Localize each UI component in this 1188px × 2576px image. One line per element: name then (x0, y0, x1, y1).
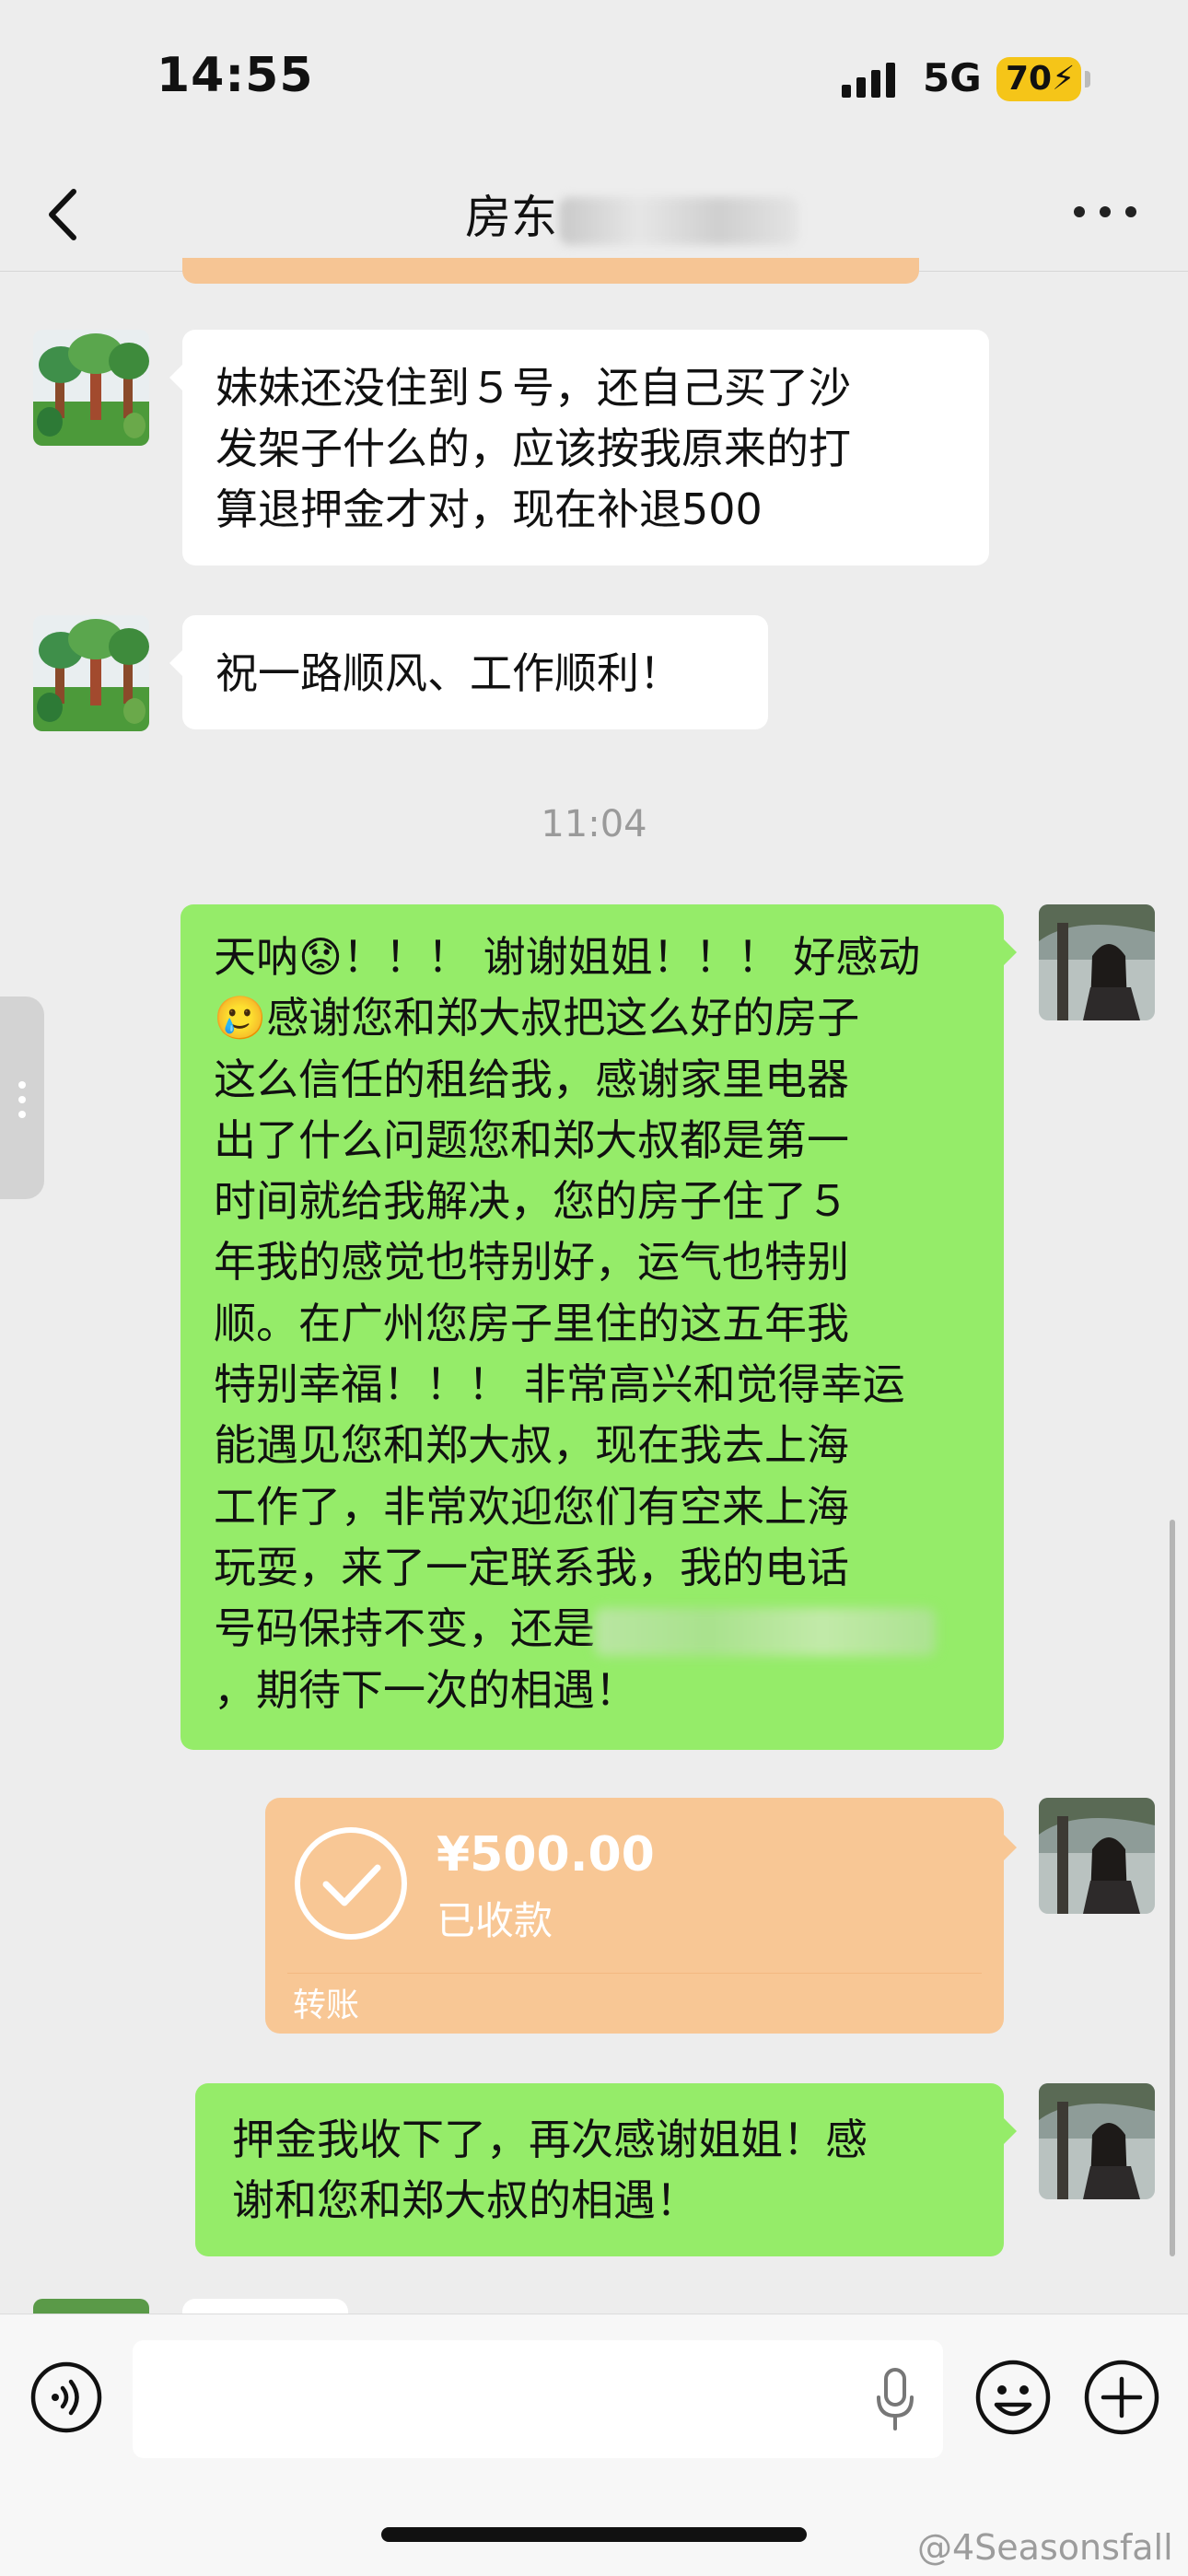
battery-indicator: 70⚡ (996, 57, 1090, 101)
previous-message-peek (182, 258, 919, 284)
emoji-icon[interactable] (974, 2359, 1052, 2436)
chat-header: 房东 (0, 157, 1188, 272)
message-input[interactable] (133, 2340, 943, 2458)
microphone-icon[interactable] (875, 2368, 915, 2432)
transfer-status: 已收款 (437, 1898, 553, 1943)
incoming-message[interactable]: 妹妹还没住到５号，还自己买了沙 发架子什么的，应该按我原来的打 算退押金才对，现… (169, 330, 989, 565)
signal-icon (842, 63, 895, 98)
home-indicator[interactable] (381, 2527, 807, 2542)
transfer-card[interactable]: ¥500.00 已收款 转账 (265, 1798, 1017, 2034)
chevron-left-icon[interactable] (39, 182, 94, 247)
outgoing-message[interactable]: 押金我收下了，再次感谢姐姐！感 谢和您和郑大叔的相遇！ (195, 2083, 1017, 2256)
blurred-phone-number (595, 1607, 936, 1656)
message-text-end: ，期待下一次的相遇！ (214, 1664, 637, 1715)
message-timestamp: 11:04 (541, 803, 647, 845)
incoming-message[interactable]: 祝一路顺风、工作顺利！ (169, 615, 768, 729)
network-type: 5G (923, 55, 982, 100)
status-bar: 14:55 5G 70⚡ (0, 0, 1188, 157)
more-dots-icon[interactable] (1074, 193, 1138, 230)
outgoing-message[interactable]: 天呐😟！！！ 谢谢姐姐！！！ 好感动 🥲感谢您和郑大叔把这么好的房子 这么信任的… (181, 904, 1017, 1750)
chat-title-text: 房东 (465, 191, 557, 244)
transfer-divider (287, 1973, 982, 1974)
status-time: 14:55 (157, 48, 314, 103)
charging-bolt-icon: ⚡ (1052, 60, 1076, 98)
transfer-amount: ¥500.00 (437, 1827, 655, 1882)
battery-level: 70 (1006, 60, 1053, 98)
chat-title: 房东 (465, 181, 798, 247)
message-text: 天呐😟！！！ 谢谢姐姐！！！ 好感动 🥲感谢您和郑大叔把这么好的房子 这么信任的… (214, 932, 921, 1654)
my-avatar[interactable] (1039, 904, 1155, 1020)
voice-icon[interactable] (29, 2360, 103, 2434)
landlord-avatar[interactable] (33, 615, 149, 731)
my-avatar[interactable] (1039, 1798, 1155, 1914)
side-drag-handle[interactable] (0, 997, 44, 1199)
transfer-label: 转账 (293, 1987, 360, 2024)
plus-icon[interactable] (1083, 2359, 1160, 2436)
watermark: @4Seasonsfall (917, 2527, 1173, 2568)
landlord-avatar[interactable] (33, 330, 149, 446)
blurred-name (559, 196, 798, 245)
scrollbar[interactable] (1170, 1520, 1175, 2256)
my-avatar[interactable] (1039, 2083, 1155, 2199)
check-circle-icon (295, 1827, 407, 1940)
